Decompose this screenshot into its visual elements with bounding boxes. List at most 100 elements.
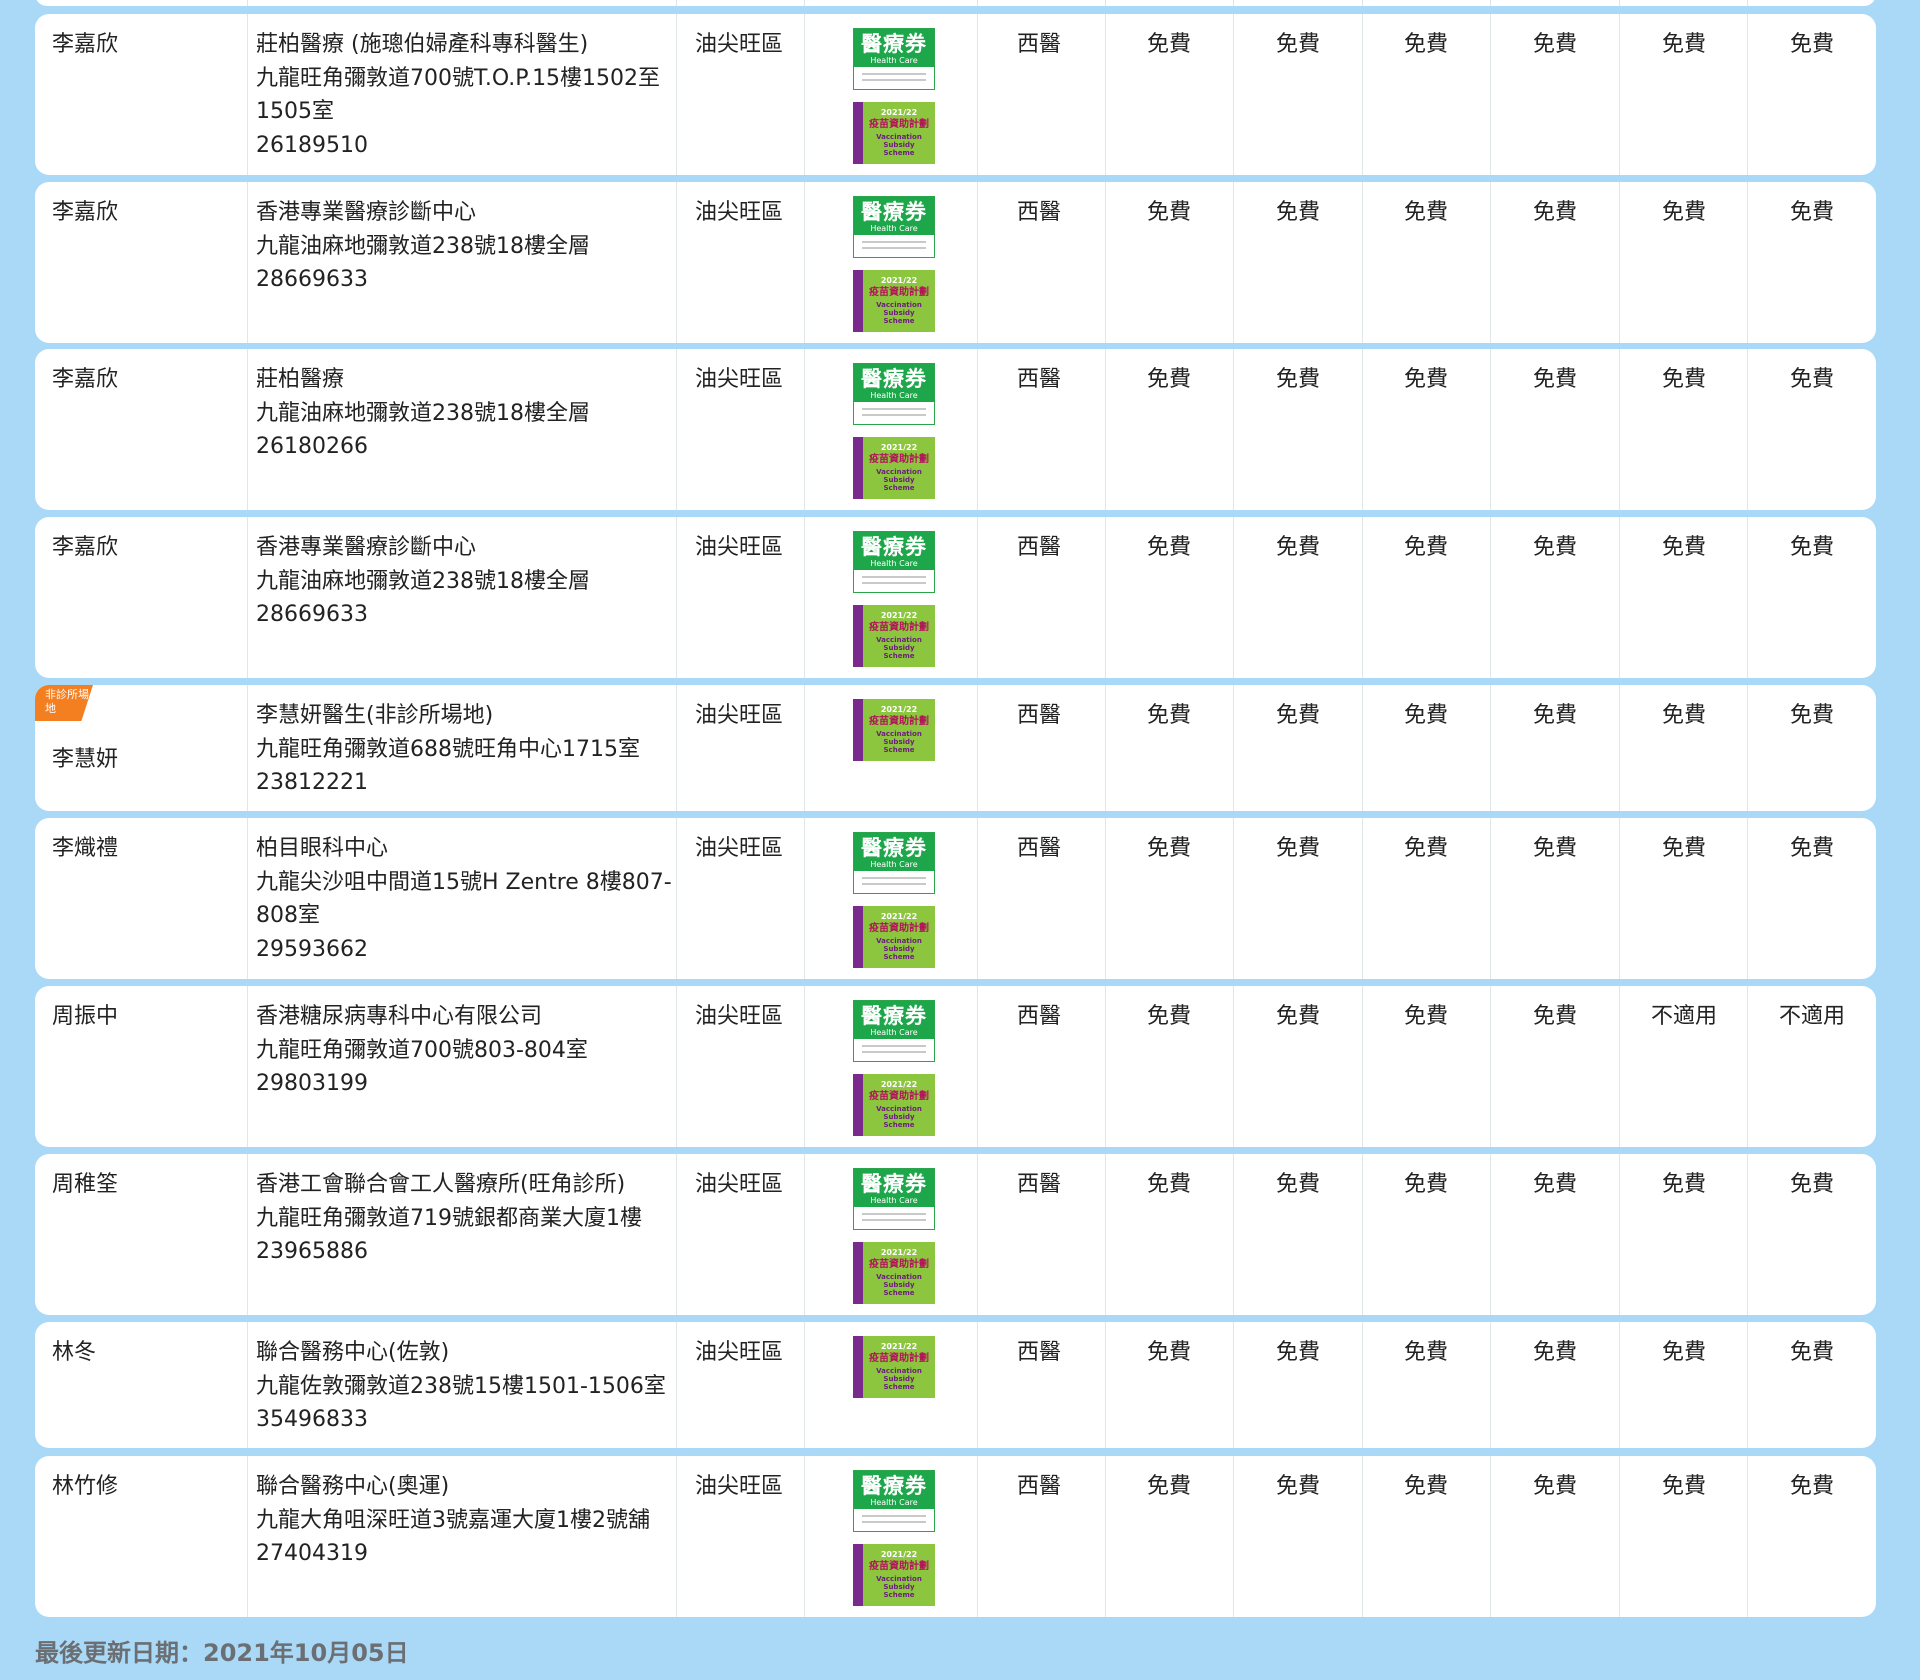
fee-cell: 免費 bbox=[1789, 836, 1834, 861]
column-divider bbox=[977, 818, 978, 979]
table-row[interactable]: 周振中 香港糖尿病專科中心有限公司 九龍旺角彌敦道700號803-804室 29803… bbox=[35, 986, 1876, 1147]
column-divider bbox=[977, 349, 978, 510]
fee-cell: 免費 bbox=[1661, 367, 1706, 392]
fee-cell: 免費 bbox=[1661, 535, 1706, 560]
column-divider bbox=[977, 1322, 978, 1448]
vaccination-subsidy-scheme-logo: 2021/22 疫苗資助計劃 Vaccination Subsidy Scheme bbox=[853, 1242, 935, 1304]
fee-cell: 免費 bbox=[1146, 32, 1191, 57]
district: 油尖旺區 bbox=[695, 200, 784, 225]
district: 油尖旺區 bbox=[695, 367, 784, 392]
clinic-phone[interactable]: 23965886 bbox=[256, 1235, 686, 1269]
column-divider bbox=[247, 1154, 248, 1315]
medicine-type: 西醫 bbox=[1017, 1474, 1062, 1499]
column-divider bbox=[804, 685, 805, 811]
district: 油尖旺區 bbox=[695, 1340, 784, 1365]
doctor-name: 周振中 bbox=[52, 1004, 119, 1029]
doctor-name: 李嘉欣 bbox=[52, 32, 119, 57]
clinic-phone[interactable]: 28669633 bbox=[256, 263, 686, 297]
column-divider bbox=[804, 349, 805, 510]
fee-cell: 免費 bbox=[1532, 703, 1577, 728]
scheme-badges: 2021/22 疫苗資助計劃 Vaccination Subsidy Scheme bbox=[853, 699, 935, 773]
fee-cell: 免費 bbox=[1789, 535, 1834, 560]
fee-cell: 免費 bbox=[1532, 1004, 1577, 1029]
clinic-name: 莊柏醫療 (施璁伯婦產科專科醫生) bbox=[256, 32, 589, 57]
table-row[interactable]: 非診所場地 李慧妍 李慧妍醫生(非診所場地) 九龍旺角彌敦道688號旺角中心1715室… bbox=[35, 685, 1876, 811]
doctor-name: 李嘉欣 bbox=[52, 200, 119, 225]
clinic-phone[interactable]: 26189510 bbox=[256, 129, 686, 163]
fee-cell: 免費 bbox=[1789, 32, 1834, 57]
clinic-phone[interactable]: 35496833 bbox=[256, 1403, 686, 1437]
column-divider bbox=[804, 182, 805, 343]
clinic-name: 李慧妍醫生(非診所場地) bbox=[256, 703, 494, 728]
fee-cell: 免費 bbox=[1789, 1340, 1834, 1365]
fee-cell: 免費 bbox=[1275, 1340, 1320, 1365]
clinic-address: 九龍油麻地彌敦道238號18樓全層 bbox=[256, 568, 590, 594]
fee-cell: 免費 bbox=[1532, 1172, 1577, 1197]
vaccination-subsidy-scheme-logo: 2021/22 疫苗資助計劃 Vaccination Subsidy Scheme bbox=[853, 1336, 935, 1398]
table-row[interactable]: 李嘉欣 莊柏醫療 九龍油麻地彌敦道238號18樓全層 26180266 油尖旺區 醫療券 H… bbox=[35, 349, 1876, 510]
fee-cell: 免費 bbox=[1403, 1474, 1448, 1499]
clinic-address: 九龍旺角彌敦道688號旺角中心1715室 bbox=[256, 736, 640, 762]
clinic-name: 香港專業醫療診斷中心 bbox=[256, 200, 477, 225]
fee-cell: 免費 bbox=[1403, 836, 1448, 861]
table-row[interactable]: 李嘉欣 莊柏醫療 (施璁伯婦產科專科醫生) 九龍旺角彌敦道700號T.O.P.15樓… bbox=[35, 14, 1876, 175]
medicine-type: 西醫 bbox=[1017, 32, 1062, 57]
fee-cell: 免費 bbox=[1275, 1474, 1320, 1499]
clinic-phone[interactable]: 28669633 bbox=[256, 598, 686, 632]
fee-cell: 免費 bbox=[1146, 703, 1191, 728]
health-care-voucher-logo: 醫療券 Health Care Voucher bbox=[853, 1470, 935, 1532]
table-row[interactable]: 周稚筌 香港工會聯合會工人醫療所(旺角診所) 九龍旺角彌敦道719號銀都商業大廈1樓… bbox=[35, 1154, 1876, 1315]
fee-cell: 免費 bbox=[1146, 1474, 1191, 1499]
health-care-voucher-logo: 醫療券 Health Care Voucher bbox=[853, 531, 935, 593]
column-divider bbox=[977, 1456, 978, 1617]
fee-cell: 免費 bbox=[1532, 836, 1577, 861]
district: 油尖旺區 bbox=[695, 836, 784, 861]
fee-cell: 免費 bbox=[1789, 200, 1834, 225]
column-divider bbox=[247, 349, 248, 510]
health-care-voucher-logo: 醫療券 Health Care Voucher bbox=[853, 1168, 935, 1230]
fee-cell: 免費 bbox=[1403, 535, 1448, 560]
table-row[interactable]: 林竹修 聯合醫務中心(奧運) 九龍大角咀深旺道3號嘉運大廈1樓2號舖 27404319… bbox=[35, 1456, 1876, 1617]
clinic-name: 香港工會聯合會工人醫療所(旺角診所) bbox=[256, 1172, 626, 1197]
table-row[interactable]: 林冬 聯合醫務中心(佐敦) 九龍佐敦彌敦道238號15樓1501-1506室 3549… bbox=[35, 1322, 1876, 1448]
vaccination-subsidy-scheme-logo: 2021/22 疫苗資助計劃 Vaccination Subsidy Scheme bbox=[853, 906, 935, 968]
doctor-name: 李熾禮 bbox=[52, 836, 119, 861]
medicine-type: 西醫 bbox=[1017, 1340, 1062, 1365]
clinic-info: 香港工會聯合會工人醫療所(旺角診所) 九龍旺角彌敦道719號銀都商業大廈1樓 239… bbox=[256, 1168, 686, 1269]
medicine-type: 西醫 bbox=[1017, 367, 1062, 392]
clinic-info: 香港專業醫療診斷中心 九龍油麻地彌敦道238號18樓全層 28669633 bbox=[256, 531, 686, 632]
column-divider bbox=[247, 14, 248, 175]
table-row[interactable]: 李嘉欣 香港專業醫療診斷中心 九龍油麻地彌敦道238號18樓全層 28669633 油尖… bbox=[35, 182, 1876, 343]
column-divider bbox=[247, 1322, 248, 1448]
fee-cell: 免費 bbox=[1532, 535, 1577, 560]
fee-cell: 免費 bbox=[1661, 836, 1706, 861]
fee-cell: 免費 bbox=[1661, 703, 1706, 728]
fee-cell: 免費 bbox=[1403, 1004, 1448, 1029]
table-row[interactable]: 李熾禮 柏目眼科中心 九龍尖沙咀中間道15號H Zentre 8樓807-808室 2… bbox=[35, 818, 1876, 979]
clinic-phone[interactable]: 29593662 bbox=[256, 933, 686, 967]
vaccination-subsidy-scheme-logo: 2021/22 疫苗資助計劃 Vaccination Subsidy Scheme bbox=[853, 102, 935, 164]
fee-cell: 免費 bbox=[1403, 367, 1448, 392]
table-row[interactable]: 李嘉欣 香港專業醫療診斷中心 九龍油麻地彌敦道238號18樓全層 28669633 油尖… bbox=[35, 517, 1876, 678]
doctor-name: 李嘉欣 bbox=[52, 367, 119, 392]
clinic-phone[interactable]: 29803199 bbox=[256, 1067, 686, 1101]
vaccination-subsidy-scheme-logo: 2021/22 疫苗資助計劃 Vaccination Subsidy Scheme bbox=[853, 437, 935, 499]
column-divider bbox=[247, 986, 248, 1147]
scheme-badges: 2021/22 疫苗資助計劃 Vaccination Subsidy Scheme bbox=[853, 1336, 935, 1410]
column-divider bbox=[804, 1154, 805, 1315]
clinic-address: 九龍旺角彌敦道719號銀都商業大廈1樓 bbox=[256, 1205, 642, 1231]
fee-cell: 免費 bbox=[1661, 1474, 1706, 1499]
clinic-name: 莊柏醫療 bbox=[256, 367, 345, 392]
fee-cell: 免費 bbox=[1532, 1340, 1577, 1365]
column-divider bbox=[804, 986, 805, 1147]
clinic-phone[interactable]: 27404319 bbox=[256, 1537, 686, 1571]
doctor-name: 李慧妍 bbox=[52, 747, 119, 772]
fee-cell: 免費 bbox=[1146, 1340, 1191, 1365]
vaccination-subsidy-scheme-logo: 2021/22 疫苗資助計劃 Vaccination Subsidy Scheme bbox=[853, 605, 935, 667]
fee-cell: 免費 bbox=[1403, 1340, 1448, 1365]
clinic-phone[interactable]: 26180266 bbox=[256, 430, 686, 464]
fee-cell: 免費 bbox=[1146, 367, 1191, 392]
clinic-name: 香港糖尿病專科中心有限公司 bbox=[256, 1004, 543, 1029]
fee-cell: 免費 bbox=[1403, 200, 1448, 225]
clinic-phone[interactable]: 23812221 bbox=[256, 766, 686, 800]
